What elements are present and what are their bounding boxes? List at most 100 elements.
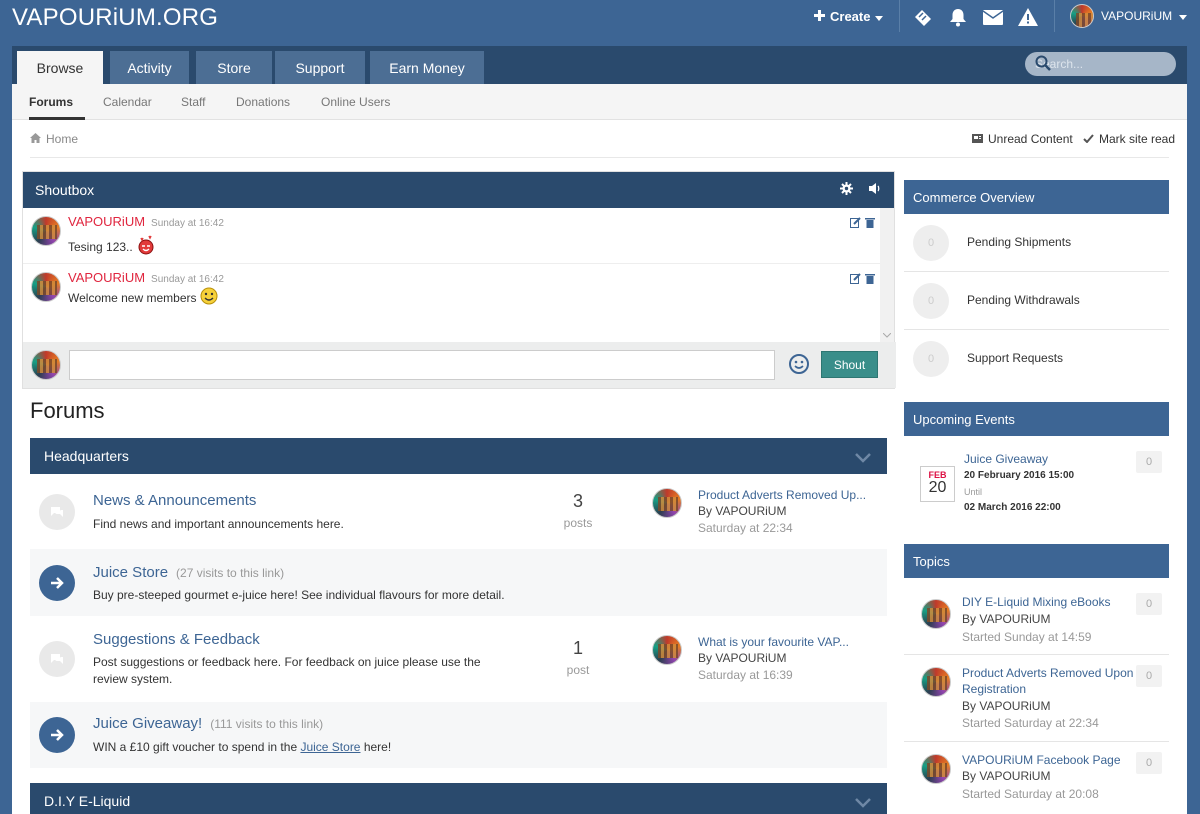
search-input[interactable]: Search...	[1025, 52, 1176, 76]
forum-title[interactable]: News & Announcements	[93, 492, 256, 509]
event-start: 20 February 2016 15:00	[964, 470, 1075, 481]
count-circle: 0	[913, 225, 949, 261]
shout-time: Sunday at 16:42	[151, 218, 224, 229]
event-count-badge: 0	[1136, 451, 1162, 473]
topic-title[interactable]: VAPOURiUM Facebook Page	[962, 752, 1134, 768]
topic-author: By VAPOURiUM	[962, 769, 1051, 783]
forum-title[interactable]: Juice Store (27 visits to this link)	[93, 564, 284, 581]
avatar[interactable]	[921, 667, 951, 697]
category-header[interactable]: D.I.Y E-Liquid	[30, 783, 887, 814]
subnav-donations[interactable]: Donations	[236, 95, 290, 109]
site-logo[interactable]: VAPOURiUM.ORG	[12, 4, 218, 32]
topic-item: Product Adverts Removed Upon Registratio…	[904, 656, 1169, 742]
topics-header: Topics	[904, 544, 1169, 578]
header-divider	[899, 0, 900, 32]
topic-title[interactable]: Product Adverts Removed Upon Registratio…	[962, 665, 1134, 697]
unread-content-link[interactable]: Unread Content	[972, 132, 1073, 146]
topic-date: Started Saturday at 20:08	[962, 787, 1099, 801]
commerce-row-support-requests[interactable]: 0 Support Requests	[904, 330, 1169, 388]
edit-icon[interactable]	[850, 272, 861, 287]
reply-count-badge: 0	[1136, 665, 1162, 687]
post-count: 3 posts	[563, 491, 593, 530]
shout-author[interactable]: VAPOURiUM Sunday at 16:42	[68, 214, 224, 229]
ticket-icon[interactable]	[912, 6, 934, 28]
topic-title[interactable]: DIY E-Liquid Mixing eBooks	[962, 594, 1134, 610]
topic-author: By VAPOURiUM	[962, 612, 1051, 626]
plus-icon	[814, 9, 825, 24]
caret-down-icon	[1179, 9, 1188, 23]
last-post-title[interactable]: Product Adverts Removed Up...	[698, 488, 873, 502]
forum-description: Post suggestions or feedback here. For f…	[93, 655, 481, 686]
trash-icon[interactable]	[865, 216, 875, 231]
last-post-author: By VAPOURiUM	[698, 504, 787, 518]
juice-store-link[interactable]: Juice Store	[300, 740, 360, 754]
emoji-picker-icon[interactable]	[788, 353, 810, 378]
chevron-down-icon[interactable]	[855, 450, 871, 466]
tab-support[interactable]: Support	[275, 51, 365, 84]
avatar[interactable]	[31, 272, 61, 302]
last-post-title[interactable]: What is your favourite VAP...	[698, 635, 873, 649]
breadcrumb-home[interactable]: Home	[46, 132, 78, 146]
search-icon[interactable]	[1035, 55, 1168, 74]
commerce-row-pending-withdrawals[interactable]: 0 Pending Withdrawals	[904, 272, 1169, 330]
topic-item: VAPOURiUM Facebook Page By VAPOURiUM Sta…	[904, 743, 1169, 814]
shout-input[interactable]	[69, 350, 775, 380]
redirect-arrow-icon	[39, 717, 75, 753]
forum-title[interactable]: Suggestions & Feedback	[93, 631, 260, 648]
newspaper-icon	[972, 132, 983, 146]
visit-count: (111 visits to this link)	[210, 717, 324, 731]
forum-title[interactable]: Juice Giveaway! (111 visits to this link)	[93, 715, 323, 732]
subnav-staff[interactable]: Staff	[181, 95, 205, 109]
forum-description: Find news and important announcements he…	[93, 517, 344, 531]
count-circle: 0	[913, 341, 949, 377]
avatar[interactable]	[652, 488, 682, 518]
subnav-forums[interactable]: Forums	[29, 95, 73, 109]
chevron-down-icon[interactable]	[855, 795, 871, 811]
tab-browse[interactable]: Browse	[17, 51, 103, 84]
caret-down-icon	[875, 9, 884, 24]
tab-activity[interactable]: Activity	[110, 51, 189, 84]
envelope-icon[interactable]	[982, 6, 1004, 28]
bell-icon[interactable]	[947, 6, 969, 28]
volume-icon[interactable]	[869, 182, 882, 198]
user-menu[interactable]: VAPOURiUM	[1070, 4, 1188, 28]
forum-read-icon	[39, 494, 75, 530]
warning-icon[interactable]	[1017, 6, 1039, 28]
avatar[interactable]	[921, 754, 951, 784]
edit-icon[interactable]	[850, 216, 861, 231]
subnav-online-users[interactable]: Online Users	[321, 95, 390, 109]
commerce-overview-header: Commerce Overview	[904, 180, 1169, 214]
gear-icon[interactable]	[840, 182, 853, 198]
trash-icon[interactable]	[865, 272, 875, 287]
shout-composer: Shout	[23, 342, 896, 388]
shout-text: Welcome new members	[68, 287, 218, 308]
upcoming-events-header: Upcoming Events	[904, 402, 1169, 436]
shout-time: Sunday at 16:42	[151, 274, 224, 285]
tab-store[interactable]: Store	[196, 51, 272, 84]
subnav-calendar[interactable]: Calendar	[103, 95, 152, 109]
create-menu[interactable]: Create	[814, 9, 884, 24]
shoutbox: Shoutbox VAPOURiUM Sunday at 16:42 Tesing…	[22, 171, 896, 389]
user-avatar	[1070, 4, 1094, 28]
commerce-row-pending-shipments[interactable]: 0 Pending Shipments	[904, 214, 1169, 272]
avatar[interactable]	[31, 216, 61, 246]
event-until: Until	[964, 487, 983, 497]
last-post-date: Saturday at 22:34	[698, 521, 793, 535]
avatar[interactable]	[652, 635, 682, 665]
main-nav: Browse Activity Store Support Earn Money	[12, 46, 1187, 84]
reply-count-badge: 0	[1136, 752, 1162, 774]
shoutbox-scrollbar[interactable]	[880, 208, 894, 342]
tab-earn-money[interactable]: Earn Money	[370, 51, 484, 84]
event-title[interactable]: Juice Giveaway	[964, 452, 1048, 466]
mark-site-read-link[interactable]: Mark site read	[1083, 132, 1175, 146]
avatar[interactable]	[921, 599, 951, 629]
shoutbox-header: Shoutbox	[23, 172, 894, 208]
reply-count-badge: 0	[1136, 593, 1162, 615]
shout-message: VAPOURiUM Sunday at 16:42 Welcome new mem…	[23, 264, 881, 320]
forum-row: Juice Store (27 visits to this link) Buy …	[30, 549, 887, 616]
shout-author[interactable]: VAPOURiUM Sunday at 16:42	[68, 270, 224, 285]
category-header[interactable]: Headquarters	[30, 438, 887, 474]
shout-button[interactable]: Shout	[821, 351, 878, 378]
last-post-author: By VAPOURiUM	[698, 651, 787, 665]
sub-nav: Forums Calendar Staff Donations Online U…	[12, 84, 1187, 120]
